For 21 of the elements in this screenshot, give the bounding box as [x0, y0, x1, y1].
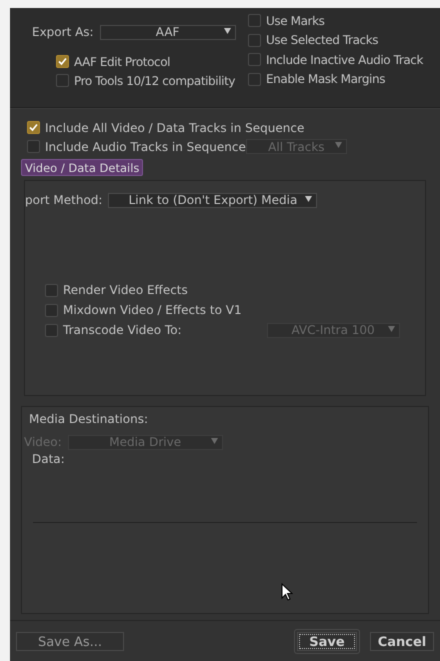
checkbox-label: Use Marks: [266, 12, 324, 30]
checkbox-label: Include Audio Tracks in Sequence: [45, 138, 246, 156]
checkbox-label: Use Selected Tracks: [266, 32, 378, 50]
checkbox-label: Pro Tools 10/12 compatibility: [74, 72, 236, 90]
field-label: Export As:: [32, 24, 94, 41]
field-label: port Method:: [25, 192, 102, 209]
checkbox-label: Include All Video / Data Tracks in Sequence: [45, 120, 304, 136]
section-title: Media Destinations:: [29, 411, 150, 428]
details-tab[interactable]: Video / Data Details: [21, 159, 144, 176]
checkbox-label: Enable Mask Margins: [266, 71, 386, 88]
checkbox-label: AAF Edit Protocol: [74, 54, 170, 70]
checkbox-label: Transcode Video To:: [63, 322, 182, 339]
dialog-button[interactable]: Save: [297, 632, 357, 650]
checkbox-label: Mixdown Video / Effects to V1: [63, 302, 242, 319]
checkbox-label: Render Video Effects: [63, 282, 188, 299]
dropdown[interactable]: Link to (Don't Export) Media: [108, 192, 318, 208]
checkbox-label: Include Inactive Audio Track: [266, 52, 424, 69]
dialog-button[interactable]: Save As...: [16, 632, 124, 650]
dropdown[interactable]: AAF: [100, 24, 236, 40]
field-label: Data:: [32, 451, 65, 468]
dialog-button[interactable]: Cancel: [370, 632, 434, 650]
